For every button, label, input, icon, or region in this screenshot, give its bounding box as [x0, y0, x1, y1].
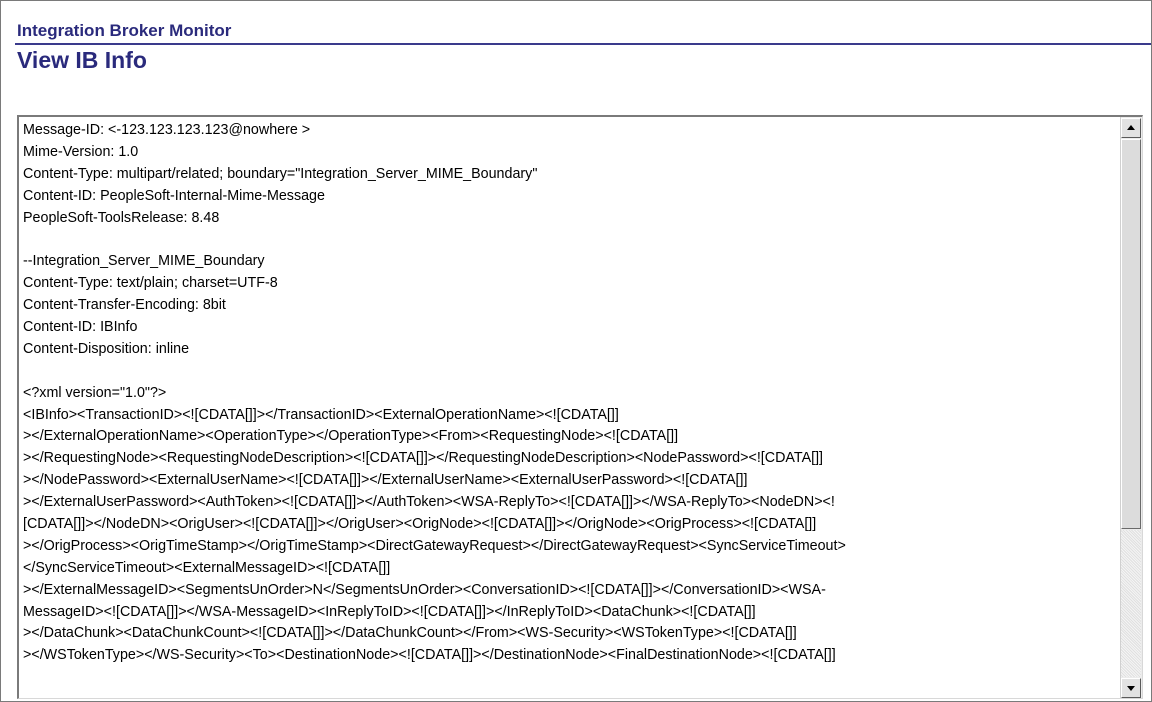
- message-line: ></ExternalOperationName><OperationType>…: [23, 428, 679, 445]
- scroll-thumb[interactable]: [1121, 139, 1141, 529]
- message-line: [CDATA[]]></NodeDN><OrigUser><![CDATA[]]…: [23, 516, 817, 533]
- message-line: [23, 361, 1119, 383]
- scroll-track[interactable]: [1121, 530, 1141, 677]
- message-line: PeopleSoft-ToolsRelease: 8.48: [23, 209, 220, 226]
- scroll-down-arrow-icon: [1127, 686, 1135, 691]
- message-line: <IBInfo><TransactionID><![CDATA[]]></Tra…: [23, 406, 619, 423]
- message-line: Content-Disposition: inline: [23, 340, 190, 357]
- message-line: Content-Type: text/plain; charset=UTF-8: [23, 275, 278, 292]
- page-title: View IB Info: [17, 47, 147, 73]
- message-line: Mime-Version: 1.0: [23, 143, 139, 160]
- ib-info-window: Integration Broker Monitor View IB Info …: [0, 0, 1152, 702]
- message-line: ></RequestingNode><RequestingNodeDescrip…: [23, 450, 824, 467]
- message-line: ></OrigProcess><OrigTimeStamp></OrigTime…: [23, 537, 846, 554]
- message-line: Content-Type: multipart/related; boundar…: [23, 165, 538, 182]
- message-line: ></ExternalUserPassword><AuthToken><![CD…: [23, 494, 835, 511]
- message-line: --Integration_Server_MIME_Boundary: [23, 253, 265, 270]
- message-line: ></ExternalMessageID><SegmentsUnOrder>N<…: [23, 581, 826, 598]
- scroll-up-arrow-icon: [1127, 125, 1135, 130]
- message-line: ></WSTokenType></WS-Security><To><Destin…: [23, 647, 836, 664]
- message-line: <?xml version="1.0"?>: [23, 384, 167, 401]
- scroll-down-button[interactable]: [1121, 678, 1141, 698]
- ib-info-textarea[interactable]: Message-ID: <-123.123.123.123@nowhere > M…: [17, 115, 1143, 699]
- message-line: Content-ID: PeopleSoft-Internal-Mime-Mes…: [23, 187, 325, 204]
- message-line: ></DataChunk><DataChunkCount><![CDATA[]]…: [23, 625, 797, 642]
- component-title: Integration Broker Monitor: [17, 21, 232, 40]
- vertical-scrollbar[interactable]: [1120, 117, 1142, 698]
- message-line: [23, 229, 1119, 251]
- message-line: MessageID><![CDATA[]]></WSA-MessageID><I…: [23, 603, 756, 620]
- message-line: Message-ID: <-123.123.123.123@nowhere >: [23, 122, 311, 138]
- message-line: </SyncServiceTimeout><ExternalMessageID>…: [23, 559, 391, 576]
- message-line: Content-ID: IBInfo: [23, 319, 138, 336]
- message-line: ></NodePassword><ExternalUserName><![CDA…: [23, 472, 748, 489]
- scroll-up-button[interactable]: [1121, 118, 1141, 138]
- message-text: Message-ID: <-123.123.123.123@nowhere > M…: [23, 120, 1119, 667]
- message-line: Content-Transfer-Encoding: 8bit: [23, 297, 226, 314]
